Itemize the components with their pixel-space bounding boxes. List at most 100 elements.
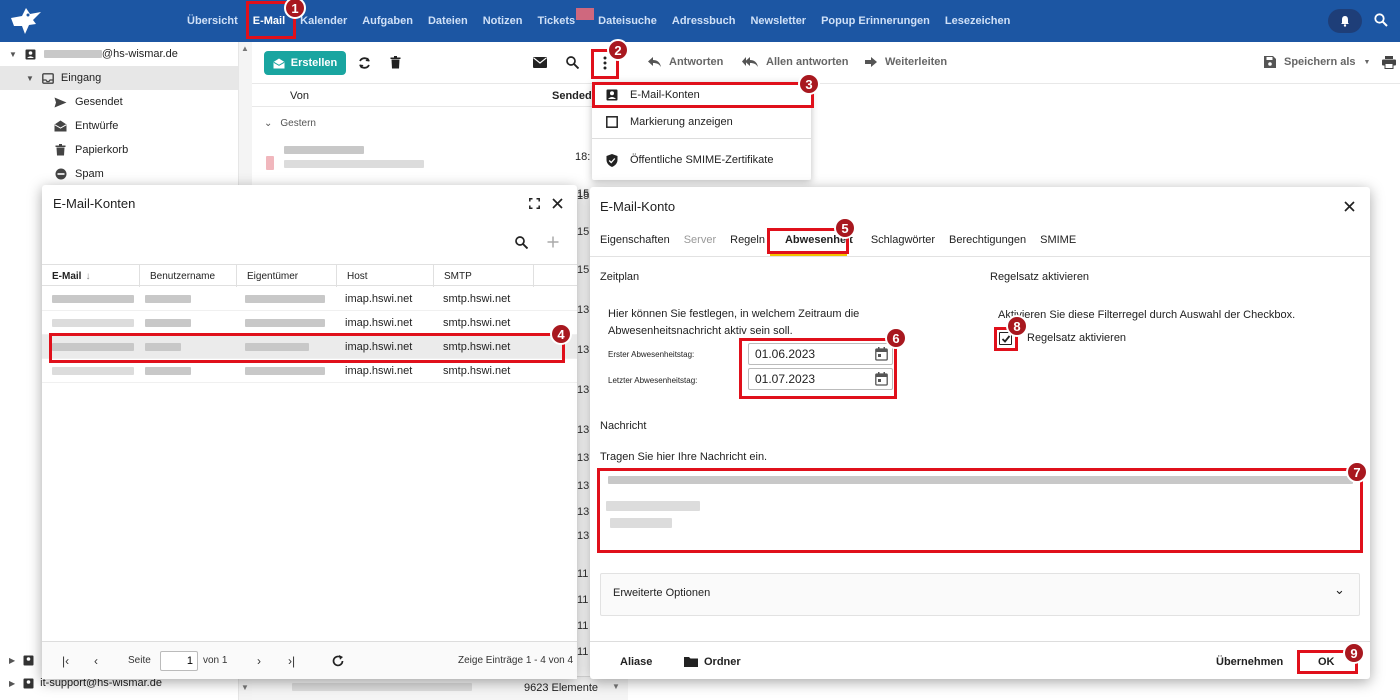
smtp-cell: smtp.hswi.net (443, 293, 511, 305)
prev-page-button[interactable]: ‹ (94, 654, 98, 668)
save-as-button[interactable]: Speichern als ▼ (1264, 56, 1370, 68)
tree-item-drafts[interactable]: Entwürfe (0, 114, 238, 138)
search-icon[interactable] (566, 56, 579, 69)
schedule-heading: Zeitplan (600, 271, 640, 283)
create-button[interactable]: Erstellen (264, 51, 346, 75)
nav-address-book[interactable]: Adressbuch (672, 15, 736, 27)
tree-item-trash[interactable]: Papierkorb (0, 138, 238, 162)
reply-all-button[interactable]: Allen antworten (742, 56, 849, 68)
compose-mail-icon (273, 58, 285, 68)
group-header-yesterday[interactable]: ⌄ Gestern (264, 118, 316, 129)
column-smtp[interactable]: SMTP (434, 265, 534, 287)
tree-account-collapsed[interactable]: ▶ (0, 648, 42, 672)
apply-button[interactable]: Übernehmen (1216, 656, 1283, 668)
nav-file-search[interactable]: Dateisuche (598, 15, 657, 27)
search-icon[interactable] (515, 236, 528, 249)
global-search-button[interactable] (1374, 13, 1388, 27)
tab-permissions[interactable]: Berechtigungen (949, 234, 1026, 258)
nav-calendar[interactable]: Kalender (300, 15, 347, 27)
nav-files[interactable]: Dateien (428, 15, 468, 27)
page-label: Seite (128, 655, 151, 666)
top-bar: Übersicht E-Mail Kalender Aufgaben Datei… (0, 0, 1400, 42)
search-icon (1374, 13, 1388, 27)
chevron-down-icon[interactable]: ▼ (612, 682, 620, 691)
tab-tags[interactable]: Schlagwörter (871, 234, 935, 258)
trash-icon[interactable] (390, 56, 401, 69)
item-count: 9623 Elemente (524, 682, 598, 694)
nav-popup-reminders[interactable]: Popup Erinnerungen (821, 15, 930, 27)
last-day-field[interactable]: 01.07.2023 (748, 368, 893, 390)
tab-server[interactable]: Server (684, 234, 716, 258)
tree-item-sent[interactable]: Gesendet (0, 90, 238, 114)
nav-bookmarks[interactable]: Lesezeichen (945, 15, 1010, 27)
advanced-options-label: Erweiterte Optionen (613, 587, 711, 599)
app-logo-icon[interactable] (8, 4, 44, 38)
message-time: 15 (577, 226, 590, 238)
nav-tasks[interactable]: Aufgaben (362, 15, 413, 27)
column-email[interactable]: E-Mail ↓ (42, 265, 140, 287)
close-icon[interactable] (1344, 201, 1355, 212)
refresh-icon[interactable] (332, 655, 344, 667)
ruleset-checkbox-label[interactable]: Regelsatz aktivieren (1027, 332, 1126, 344)
last-page-button[interactable]: ›| (288, 654, 295, 668)
column-host[interactable]: Host (337, 265, 434, 287)
message-row[interactable] (266, 146, 426, 176)
nav-tickets[interactable]: Tickets (537, 15, 575, 27)
column-from[interactable]: Von (290, 90, 309, 102)
tab-smime[interactable]: SMIME (1040, 234, 1076, 258)
page-input[interactable] (160, 651, 198, 671)
message-time: 13 (577, 384, 590, 396)
menu-item-smime-certs[interactable]: Öffentliche SMIME-Zertifikate (592, 147, 811, 173)
tree-account[interactable]: ▼ @hs-wismar.de (0, 42, 238, 66)
nav-notes[interactable]: Notizen (483, 15, 523, 27)
nav-newsletter[interactable]: Newsletter (750, 15, 806, 27)
close-icon[interactable] (552, 198, 563, 209)
step-badge-9: 9 (1343, 642, 1365, 664)
message-time: 18: (575, 151, 591, 163)
tab-properties[interactable]: Eigenschaften (600, 234, 670, 258)
message-time: 15 (577, 264, 590, 276)
folders-button[interactable]: Ordner (704, 656, 741, 668)
aliases-button[interactable]: Aliase (620, 656, 652, 668)
notifications-button[interactable] (1328, 9, 1362, 33)
tab-rules[interactable]: Regeln (730, 234, 765, 258)
account-row[interactable]: imap.hswi.net smtp.hswi.net (42, 287, 577, 311)
group-label: Gestern (280, 118, 316, 129)
refresh-icon[interactable] (358, 56, 371, 70)
first-day-field[interactable]: 01.06.2023 (748, 343, 893, 365)
add-icon[interactable] (547, 236, 559, 248)
message-time: 15 (577, 190, 590, 202)
tree-item-inbox[interactable]: ▼ Eingang (0, 66, 238, 90)
maximize-icon[interactable] (529, 198, 540, 209)
first-day-value: 01.06.2023 (755, 347, 816, 361)
page-of-label: von 1 (203, 655, 228, 666)
message-time: 11 (577, 620, 589, 632)
column-username[interactable]: Benutzername (140, 265, 237, 287)
menu-item-email-accounts[interactable]: E-Mail-Konten (592, 82, 811, 108)
more-options-icon[interactable] (603, 56, 607, 70)
column-sent-date[interactable]: Sendeda (552, 90, 598, 102)
inbox-icon (42, 72, 54, 84)
nav-email[interactable]: E-Mail (253, 15, 285, 27)
account-row[interactable]: imap.hswi.net smtp.hswi.net (42, 359, 577, 383)
account-row-selected[interactable]: imap.hswi.net smtp.hswi.net (42, 335, 577, 359)
calendar-icon[interactable] (875, 347, 888, 361)
host-cell: imap.hswi.net (345, 365, 413, 377)
message-time: 13 (577, 452, 590, 464)
column-owner[interactable]: Eigentümer (237, 265, 337, 287)
first-page-button[interactable]: |‹ (62, 654, 69, 668)
account-dialog-footer: Aliase Ordner Übernehmen OK (590, 641, 1370, 679)
next-page-button[interactable]: › (257, 654, 261, 668)
tree-item-spam[interactable]: Spam (0, 162, 238, 186)
calendar-icon[interactable] (875, 372, 888, 386)
menu-item-show-marking[interactable]: Markierung anzeigen (592, 109, 811, 135)
ok-button[interactable]: OK (1318, 656, 1335, 668)
advanced-options-panel[interactable]: Erweiterte Optionen ⌄ (600, 573, 1360, 616)
envelope-icon[interactable] (533, 57, 547, 68)
account-row[interactable]: imap.hswi.net smtp.hswi.net (42, 311, 577, 335)
message-textarea[interactable] (600, 469, 1360, 552)
nav-overview[interactable]: Übersicht (187, 15, 238, 27)
reply-button[interactable]: Antworten (648, 56, 723, 68)
forward-button[interactable]: Weiterleiten (865, 56, 947, 68)
print-icon[interactable] (1382, 56, 1396, 69)
